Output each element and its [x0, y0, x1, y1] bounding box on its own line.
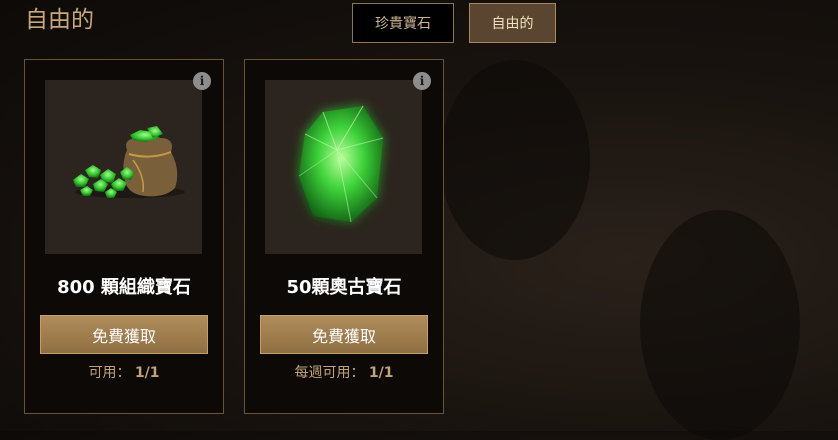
- availability-count: 1/1: [368, 365, 394, 381]
- info-icon[interactable]: i: [413, 72, 431, 90]
- page-title: 自由的: [25, 7, 94, 33]
- availability-text: 每週可用： 1/1: [245, 362, 443, 382]
- green-crystal-icon: [298, 105, 384, 223]
- tab-free[interactable]: 自由的: [469, 3, 556, 43]
- claim-free-button[interactable]: 免費獲取: [260, 315, 428, 354]
- card-title: 800 顆組織寶石: [57, 277, 191, 298]
- offer-card: i 800 顆組織寶石 免費獲取 可用： 1/1: [24, 59, 224, 414]
- gem-sack-image: [45, 80, 202, 254]
- info-icon[interactable]: i: [193, 72, 211, 90]
- gem-sack-icon: [73, 126, 185, 198]
- offer-card: i 50顆奧古寶石 免費獲取 每週可用： 1/1: [244, 59, 444, 414]
- claim-free-button[interactable]: 免費獲取: [40, 315, 208, 354]
- availability-label: 每週可用：: [294, 365, 365, 381]
- green-crystal-image: [265, 80, 422, 254]
- background-rock: [440, 60, 590, 260]
- availability-label: 可用：: [88, 365, 131, 381]
- background-figure: [640, 210, 800, 440]
- tab-precious-gems[interactable]: 珍貴寶石: [352, 3, 454, 43]
- card-title: 50顆奧古寶石: [286, 277, 402, 298]
- availability-count: 1/1: [134, 365, 160, 381]
- availability-text: 可用： 1/1: [25, 362, 223, 382]
